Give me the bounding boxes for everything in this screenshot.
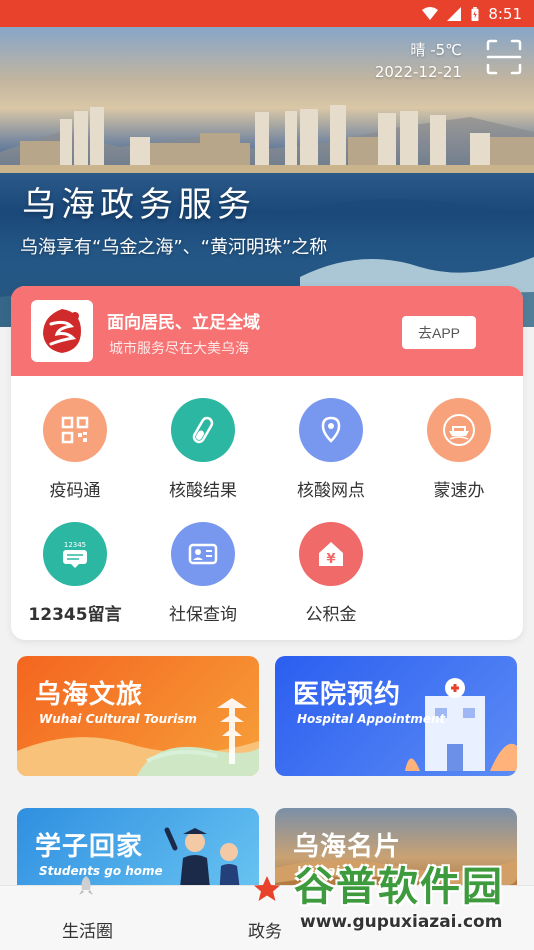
service-item-nucleic-result[interactable]: 核酸结果 — [139, 398, 267, 501]
clock: 8:51 — [488, 4, 522, 23]
star-icon — [254, 876, 280, 901]
service-label: 12345留言 — [28, 605, 122, 625]
service-item-housing-fund[interactable]: ¥ 公积金 — [267, 522, 395, 625]
signal-icon — [447, 6, 462, 21]
banner-title: 学子回家 — [35, 832, 144, 862]
page-title: 乌海政务服务 — [22, 185, 256, 225]
service-label: 核酸网点 — [297, 481, 365, 501]
wifi-icon — [422, 6, 439, 20]
page-subtitle: 乌海享有“乌金之海”、“黄河明珠”之称 — [20, 237, 328, 258]
house-yuan-icon: ¥ — [299, 522, 363, 586]
service-card: 面向居民、立足全域 城市服务尽在大美乌海 去APP 疫码通 核酸结果 核酸网点 — [11, 286, 523, 640]
service-label: 社保查询 — [169, 605, 237, 625]
service-item-social-security[interactable]: 社保查询 — [139, 522, 267, 625]
service-label: 核酸结果 — [169, 481, 237, 501]
service-label: 公积金 — [305, 605, 357, 625]
service-card-header: 面向居民、立足全域 城市服务尽在大美乌海 去APP — [11, 286, 523, 376]
wuhai-logo-icon — [43, 309, 81, 353]
banner-subtitle: Wuhai Cultural Tourism — [39, 712, 197, 726]
banner-subtitle: Students go home — [39, 864, 163, 878]
service-item-nucleic-sites[interactable]: 核酸网点 — [267, 398, 395, 501]
battery-icon — [471, 6, 479, 21]
status-bar: 8:51 — [0, 0, 534, 27]
yuan-glyph: ¥ — [326, 552, 335, 567]
nav-item-government[interactable]: 政务 — [248, 876, 282, 950]
location-pin-icon — [299, 398, 363, 462]
scan-icon[interactable] — [486, 39, 522, 75]
message-badge: 12345 — [64, 541, 86, 549]
nav-label: 政务 — [248, 922, 282, 942]
weather-text: 晴 -5℃ — [410, 41, 462, 59]
go-app-button[interactable]: 去APP — [402, 316, 476, 349]
service-headline: 面向居民、立足全域 — [107, 313, 260, 333]
service-item-mengsuban[interactable]: 蒙速办 — [395, 398, 523, 501]
nav-item-life-circle[interactable]: 生活圈 — [62, 876, 113, 950]
qr-code-icon — [43, 398, 107, 462]
watermark: 谷普软件园 www.gupuxiazai.com — [290, 850, 534, 950]
banner-title: 乌海文旅 — [35, 680, 144, 710]
city-skyline-graphic — [0, 105, 534, 173]
banner-hospital-appointment[interactable]: 医院预约 Hospital Appointment — [275, 656, 517, 776]
service-label: 蒙速办 — [433, 481, 485, 501]
nav-label: 生活圈 — [62, 922, 113, 942]
date-text: 2022-12-21 — [374, 63, 462, 81]
weather-info: 晴 -5℃ 2022-12-21 — [375, 39, 462, 83]
banner-culture-tourism[interactable]: 乌海文旅 Wuhai Cultural Tourism — [17, 656, 259, 776]
id-card-icon — [171, 522, 235, 586]
banner-title: 医院预约 — [293, 680, 402, 710]
banner-subtitle: Hospital Appointment — [297, 712, 446, 726]
watermark-text: 谷普软件园 — [294, 864, 504, 910]
hero-banner: 晴 -5℃ 2022-12-21 乌海政务服务 乌海享有“乌金之海”、“黄河明珠… — [0, 27, 534, 327]
app-logo — [31, 300, 93, 362]
service-label: 疫码通 — [49, 481, 101, 501]
watermark-url: www.gupuxiazai.com — [300, 912, 503, 932]
message-icon: 12345 — [43, 522, 107, 586]
ship-icon — [427, 398, 491, 462]
test-tube-icon — [171, 398, 235, 462]
service-tagline: 城市服务尽在大美乌海 — [109, 341, 249, 357]
rocket-icon — [79, 876, 93, 895]
service-item-yimatong[interactable]: 疫码通 — [11, 398, 139, 501]
service-item-12345[interactable]: 12345 12345留言 — [11, 522, 139, 625]
